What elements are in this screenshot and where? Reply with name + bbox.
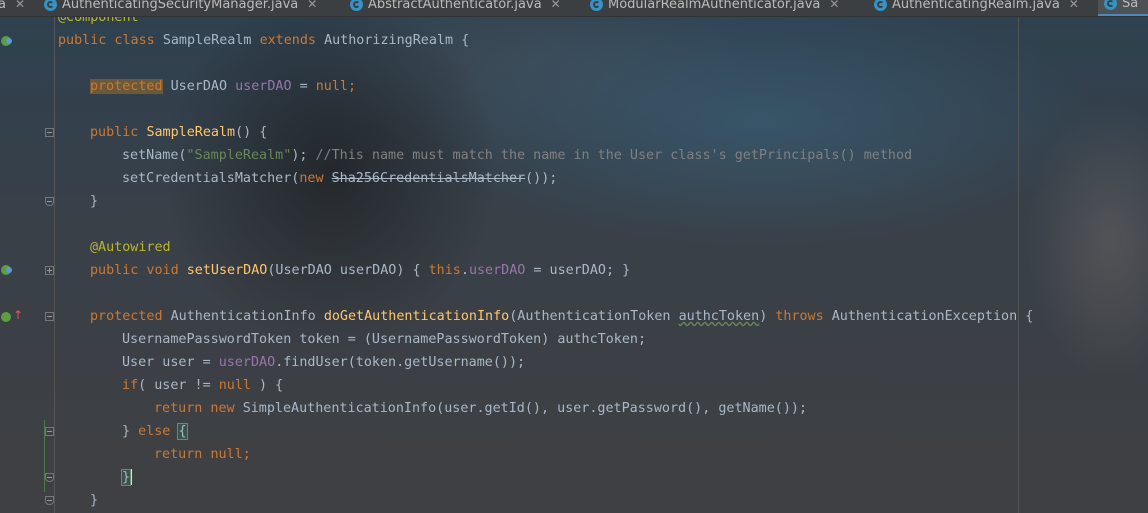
code-line-constructor-close: } [90, 194, 99, 209]
gutter-separator [54, 17, 55, 513]
implements-icon[interactable] [0, 35, 14, 47]
text-caret [130, 469, 133, 485]
editor-tab-bar: a ✕ AuthenticatingSecurityManager.java ✕… [0, 0, 1148, 17]
code-line-setname: setName("SampleRealm"); //This name must… [122, 148, 913, 163]
tab-label: a [0, 0, 6, 12]
tab-label: ModularRealmAuthenticator.java [608, 0, 821, 12]
right-margin-guide [1018, 17, 1019, 513]
fold-end-method[interactable] [45, 496, 54, 505]
fold-toggle-constructor[interactable] [45, 128, 54, 137]
code-line-if: if( user != null ) { [122, 378, 284, 393]
tab-sample-realm[interactable]: Sa [1098, 0, 1148, 16]
tab-authenticating-security-manager[interactable]: AuthenticatingSecurityManager.java ✕ [44, 0, 317, 15]
java-class-icon [44, 0, 57, 11]
code-line-else: } else { [122, 423, 188, 440]
code-line-setcredentialsmatcher: setCredentialsMatcher(new Sha256Credenti… [122, 171, 558, 186]
tab-modular-realm-authenticator[interactable]: ModularRealmAuthenticator.java ✕ [590, 0, 839, 15]
code-line-finduser: User user = userDAO.findUser(token.getUs… [122, 355, 526, 370]
java-class-icon [874, 0, 887, 11]
code-line-annotation-autowired: @Autowired [90, 240, 171, 255]
code-line-return-info: return new SimpleAuthenticationInfo(user… [154, 401, 808, 416]
close-icon[interactable]: ✕ [551, 0, 561, 11]
code-line-return-null: return null; [154, 447, 251, 462]
code-line-else-close: } [120, 469, 133, 486]
code-line-dogetauthenticationinfo: protected AuthenticationInfo doGetAuthen… [90, 309, 1034, 324]
fold-toggle-setter[interactable] [45, 266, 54, 275]
close-icon[interactable]: ✕ [15, 0, 25, 11]
tab-partial-left[interactable]: a ✕ [0, 0, 25, 15]
close-icon[interactable]: ✕ [307, 0, 317, 11]
tab-label: AbstractAuthenticator.java [368, 0, 542, 12]
java-class-icon [350, 0, 363, 11]
code-line-field-userdao: protected UserDAO userDAO = null; [90, 79, 357, 94]
override-icon[interactable]: ↑ [0, 309, 23, 323]
tab-abstract-authenticator[interactable]: AbstractAuthenticator.java ✕ [350, 0, 561, 15]
fold-toggle-else[interactable] [45, 427, 54, 436]
tab-label: AuthenticatingRealm.java [892, 0, 1060, 12]
tab-label: Sa [1122, 0, 1139, 11]
fold-end-constructor[interactable] [45, 197, 54, 206]
autowired-bean-icon[interactable] [0, 264, 14, 276]
close-icon[interactable]: ✕ [1069, 0, 1079, 11]
code-line-token-cast: UsernamePasswordToken token = (UsernameP… [122, 332, 647, 347]
java-class-icon [590, 0, 603, 11]
close-icon[interactable]: ✕ [829, 0, 839, 11]
fold-toggle-method[interactable] [45, 312, 54, 321]
code-line-method-close: } [90, 493, 99, 508]
fold-end-else[interactable] [45, 473, 54, 482]
tab-authenticating-realm[interactable]: AuthenticatingRealm.java ✕ [874, 0, 1079, 15]
tab-label: AuthenticatingSecurityManager.java [62, 0, 299, 12]
code-line-setuserdao: public void setUserDAO(UserDAO userDAO) … [90, 263, 631, 278]
code-line-constructor: public SampleRealm() { [90, 125, 268, 140]
code-line-class-declaration: public class SampleRealm extends Authori… [58, 33, 470, 48]
java-class-icon [1104, 0, 1117, 10]
